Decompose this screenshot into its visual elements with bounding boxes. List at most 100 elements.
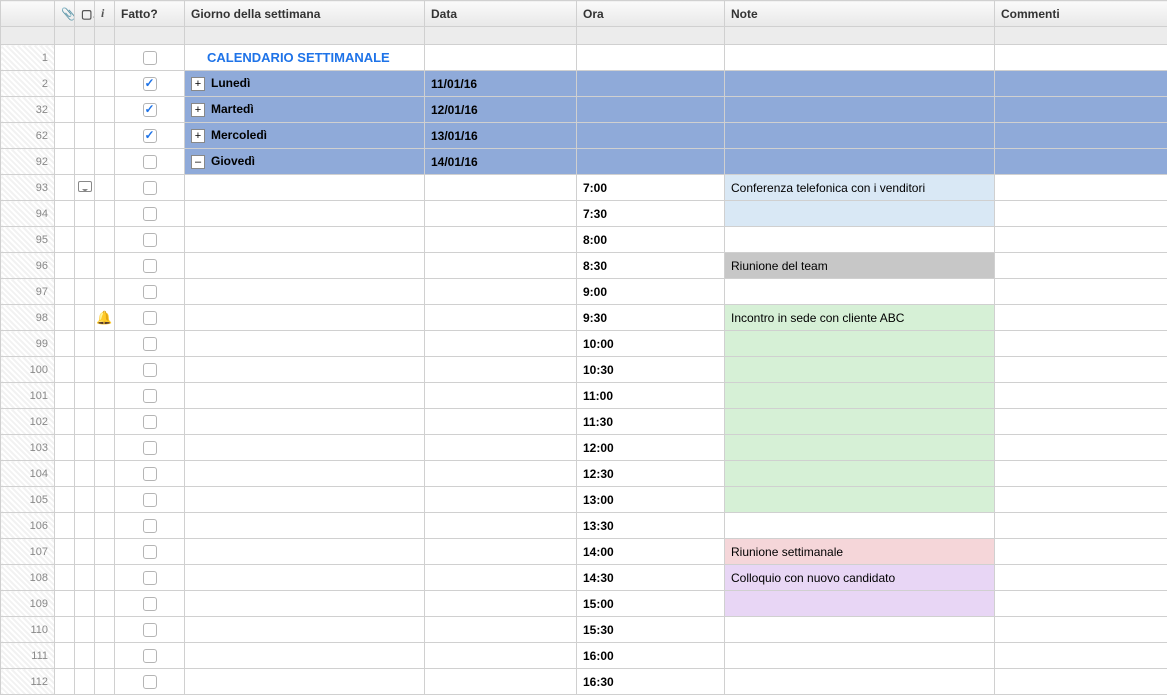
note-cell[interactable]: Riunione settimanale [725, 539, 995, 565]
giorno-cell[interactable] [185, 227, 425, 253]
attach-cell[interactable] [55, 617, 75, 643]
row-number[interactable]: 98 [1, 305, 55, 331]
info-cell[interactable] [95, 565, 115, 591]
comment-cell[interactable] [75, 617, 95, 643]
data-cell[interactable]: 13/01/16 [425, 123, 577, 149]
note-cell[interactable] [725, 279, 995, 305]
time-row[interactable]: 11116:00 [1, 643, 1167, 669]
giorno-cell[interactable] [185, 253, 425, 279]
time-row[interactable]: 10613:30 [1, 513, 1167, 539]
info-cell[interactable] [95, 669, 115, 695]
info-cell[interactable] [95, 591, 115, 617]
commenti-cell[interactable] [995, 123, 1167, 149]
done-checkbox[interactable] [143, 519, 157, 533]
attach-cell[interactable] [55, 123, 75, 149]
day-row[interactable]: 92–Giovedì14/01/16 [1, 149, 1167, 175]
done-checkbox[interactable] [143, 675, 157, 689]
row-number[interactable]: 2 [1, 71, 55, 97]
day-row[interactable]: 62+Mercoledì13/01/16 [1, 123, 1167, 149]
commenti-cell[interactable] [995, 669, 1167, 695]
info-cell[interactable] [95, 461, 115, 487]
fatto-cell[interactable] [115, 435, 185, 461]
data-cell[interactable] [425, 617, 577, 643]
data-cell[interactable] [425, 539, 577, 565]
col-ora-header[interactable]: Ora [577, 1, 725, 27]
done-checkbox[interactable] [143, 597, 157, 611]
commenti-cell[interactable] [995, 305, 1167, 331]
attach-cell[interactable] [55, 409, 75, 435]
info-cell[interactable] [95, 227, 115, 253]
fatto-cell[interactable] [115, 565, 185, 591]
data-cell[interactable] [425, 305, 577, 331]
commenti-cell[interactable] [995, 617, 1167, 643]
done-checkbox[interactable] [143, 493, 157, 507]
ora-cell[interactable]: 10:00 [577, 331, 725, 357]
fatto-cell[interactable] [115, 331, 185, 357]
note-cell[interactable] [725, 461, 995, 487]
col-data-header[interactable]: Data [425, 1, 577, 27]
comment-cell[interactable] [75, 201, 95, 227]
calendar-title[interactable]: CALENDARIO SETTIMANALE [185, 45, 425, 71]
data-cell[interactable] [425, 357, 577, 383]
row-number[interactable]: 101 [1, 383, 55, 409]
col-commenti-header[interactable]: Commenti [995, 1, 1167, 27]
note-cell[interactable] [725, 487, 995, 513]
attach-cell[interactable] [55, 539, 75, 565]
day-row[interactable]: 2+Lunedì11/01/16 [1, 71, 1167, 97]
data-cell[interactable] [425, 435, 577, 461]
ora-cell[interactable]: 13:00 [577, 487, 725, 513]
attach-cell[interactable] [55, 643, 75, 669]
info-cell[interactable] [95, 487, 115, 513]
comment-cell[interactable] [75, 357, 95, 383]
giorno-cell[interactable]: +Martedì [185, 97, 425, 123]
row-number[interactable]: 109 [1, 591, 55, 617]
row-number[interactable]: 94 [1, 201, 55, 227]
comment-cell[interactable] [75, 461, 95, 487]
time-row[interactable]: 10010:30 [1, 357, 1167, 383]
collapse-icon[interactable]: – [191, 155, 205, 169]
commenti-cell[interactable] [995, 71, 1167, 97]
comment-icon[interactable] [78, 181, 92, 192]
info-cell[interactable] [95, 175, 115, 201]
commenti-cell[interactable] [995, 539, 1167, 565]
ora-cell[interactable] [577, 45, 725, 71]
comment-cell[interactable] [75, 565, 95, 591]
note-cell[interactable] [725, 149, 995, 175]
done-checkbox[interactable] [143, 285, 157, 299]
comment-cell[interactable] [75, 305, 95, 331]
commenti-cell[interactable] [995, 201, 1167, 227]
info-cell[interactable] [95, 409, 115, 435]
note-cell[interactable] [725, 123, 995, 149]
row-number[interactable]: 92 [1, 149, 55, 175]
done-checkbox[interactable] [143, 51, 157, 65]
info-cell[interactable] [95, 201, 115, 227]
row-number[interactable]: 108 [1, 565, 55, 591]
done-checkbox[interactable] [143, 233, 157, 247]
comment-cell[interactable] [75, 97, 95, 123]
comment-cell[interactable] [75, 487, 95, 513]
time-row[interactable]: 10412:30 [1, 461, 1167, 487]
data-cell[interactable] [425, 253, 577, 279]
attach-cell[interactable] [55, 383, 75, 409]
done-checkbox[interactable] [143, 363, 157, 377]
comment-cell[interactable] [75, 591, 95, 617]
row-number[interactable]: 111 [1, 643, 55, 669]
comment-cell[interactable] [75, 123, 95, 149]
giorno-cell[interactable] [185, 565, 425, 591]
done-checkbox[interactable] [143, 337, 157, 351]
data-cell[interactable] [425, 669, 577, 695]
done-checkbox[interactable] [143, 259, 157, 273]
data-cell[interactable]: 14/01/16 [425, 149, 577, 175]
ora-cell[interactable]: 15:30 [577, 617, 725, 643]
commenti-cell[interactable] [995, 591, 1167, 617]
expand-icon[interactable]: + [191, 129, 205, 143]
giorno-cell[interactable] [185, 643, 425, 669]
row-number[interactable]: 106 [1, 513, 55, 539]
ora-cell[interactable]: 10:30 [577, 357, 725, 383]
note-cell[interactable] [725, 643, 995, 669]
data-cell[interactable] [425, 461, 577, 487]
attach-cell[interactable] [55, 97, 75, 123]
fatto-cell[interactable] [115, 227, 185, 253]
info-cell[interactable] [95, 123, 115, 149]
fatto-cell[interactable] [115, 253, 185, 279]
